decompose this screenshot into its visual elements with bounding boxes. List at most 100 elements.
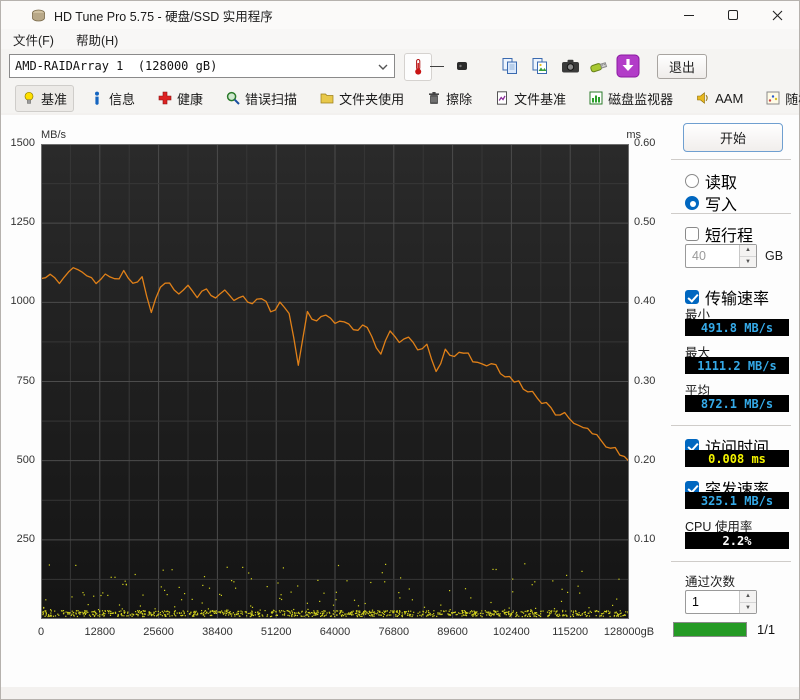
left-axis-tick: 1000	[10, 295, 35, 308]
short-stroke-checkbox[interactable]	[685, 227, 699, 241]
short-stroke-row[interactable]: 短行程	[685, 222, 753, 246]
left-axis-unit: MB/s	[41, 129, 67, 141]
drive-selector[interactable]: AMD-RAIDArray 1 (128000 gB)	[9, 54, 395, 78]
screenshot-camera-icon[interactable]	[557, 53, 583, 79]
min-value: 491.8 MB/s	[685, 319, 789, 336]
left-axis-tick: 750	[16, 374, 35, 387]
max-value: 1111.2 MB/s	[685, 357, 789, 374]
write-radio[interactable]	[685, 196, 699, 210]
tab-disk-monitor[interactable]: 磁盘监视器	[582, 85, 680, 112]
lightbulb-icon	[22, 91, 36, 105]
menu-file[interactable]: 文件(F)	[13, 30, 54, 49]
title-bar: HD Tune Pro 5.75 - 硬盘/SSD 实用程序	[1, 1, 799, 29]
pass-count-value: 1	[692, 595, 699, 609]
right-axis-tick: 0.10	[634, 532, 656, 545]
right-axis-tick: 0.50	[634, 216, 656, 229]
tab-bar: 基准信息健康错误扫描文件夹使用擦除文件基准磁盘监视器AAM随机访问额外测试	[1, 83, 800, 113]
stepper-down-icon[interactable]: ▼	[740, 602, 756, 613]
stepper-up-icon[interactable]: ▲	[740, 245, 756, 257]
random-dots-icon	[766, 91, 780, 105]
transfer-rate-label: 传输速率	[705, 291, 770, 308]
app-disk-icon	[31, 9, 46, 22]
chart-svg	[40, 143, 630, 620]
left-axis-tick: 1250	[10, 216, 35, 229]
tab-label: 健康	[177, 91, 204, 107]
speaker-icon	[696, 91, 710, 105]
gb-unit-label: GB	[765, 249, 784, 263]
bottom-axis-tick: 128000gB	[603, 626, 655, 638]
tab-folder-usage[interactable]: 文件夹使用	[313, 85, 411, 112]
right-axis-tick: 0.60	[634, 137, 656, 149]
left-axis-tick: 250	[16, 532, 35, 545]
usb-save-icon[interactable]	[586, 53, 612, 79]
tab-health[interactable]: 健康	[151, 85, 210, 112]
main-content: MB/s ms 1500 1250 1000 750 500 250 0.60 0.50 0.4…	[1, 115, 799, 687]
read-radio-row[interactable]: 读取	[685, 169, 737, 193]
info-icon	[90, 91, 104, 105]
menu-bar: 文件(F) 帮助(H)	[1, 29, 799, 49]
start-button[interactable]: 开始	[683, 123, 783, 152]
menu-help[interactable]: 帮助(H)	[76, 30, 118, 49]
capture-download-icon[interactable]	[615, 53, 641, 79]
short-stroke-size-value: 40	[692, 249, 706, 263]
access-time-value: 0.008 ms	[685, 450, 789, 467]
divider	[671, 425, 791, 426]
tab-label: AAM	[715, 90, 744, 106]
tab-label: 信息	[109, 91, 136, 107]
tab-info[interactable]: 信息	[83, 85, 142, 112]
tab-benchmark[interactable]: 基准	[15, 84, 75, 112]
hd-tune-window: { "window": { "title": "HD Tune Pro 5.75…	[0, 0, 800, 700]
tab-file-benchmark[interactable]: 文件基准	[488, 85, 573, 112]
maximize-icon[interactable]	[711, 1, 755, 29]
tab-aam[interactable]: AAM	[689, 87, 750, 110]
stepper-arrows[interactable]: ▲ ▼	[739, 591, 756, 613]
temperature-icon[interactable]	[404, 53, 432, 81]
temperature-unit-icon	[449, 53, 475, 79]
read-label: 读取	[705, 175, 738, 192]
short-stroke-label: 短行程	[705, 228, 754, 245]
tab-error-scan[interactable]: 错误扫描	[219, 85, 304, 112]
read-radio[interactable]	[685, 174, 699, 188]
tab-label: 文件基准	[514, 91, 567, 107]
health-cross-icon	[158, 91, 172, 105]
tab-erase[interactable]: 擦除	[420, 85, 479, 112]
magnifier-icon	[226, 91, 240, 105]
transfer-rate-checkbox[interactable]	[685, 290, 699, 304]
left-axis-tick: 1500	[10, 137, 35, 149]
window-controls	[667, 1, 799, 29]
copy-text-icon[interactable]	[497, 53, 523, 79]
divider	[671, 561, 791, 562]
progress-fill	[674, 623, 746, 636]
write-radio-row[interactable]: 写入	[685, 191, 737, 215]
pass-count-label: 通过次数	[685, 575, 736, 589]
close-icon[interactable]	[755, 1, 799, 29]
divider	[671, 213, 791, 214]
file-chart-icon	[495, 91, 509, 105]
right-axis-tick: 0.30	[634, 374, 656, 387]
stepper-down-icon[interactable]: ▼	[740, 256, 756, 267]
copy-image-icon[interactable]	[527, 53, 553, 79]
divider	[671, 159, 791, 160]
tab-label: 随机访问	[785, 91, 800, 107]
tab-label: 擦除	[446, 91, 473, 107]
tab-random-access[interactable]: 随机访问	[759, 85, 800, 112]
bar-monitor-icon	[589, 91, 603, 105]
window-title: HD Tune Pro 5.75 - 硬盘/SSD 实用程序	[54, 9, 273, 24]
drive-selector-value: AMD-RAIDArray 1 (128000 gB)	[15, 59, 218, 73]
cpu-usage-value: 2.2%	[685, 532, 789, 549]
trash-icon	[427, 91, 441, 105]
stepper-up-icon[interactable]: ▲	[740, 591, 756, 603]
left-axis-tick: 500	[16, 453, 35, 466]
temperature-value: —	[430, 57, 444, 73]
right-axis-tick: 0.20	[634, 453, 656, 466]
short-stroke-size-stepper[interactable]: 40 ▲ ▼	[685, 244, 757, 268]
benchmark-chart	[40, 143, 630, 620]
exit-button[interactable]: 退出	[657, 54, 707, 79]
minimize-icon[interactable]	[667, 1, 711, 29]
stepper-arrows[interactable]: ▲ ▼	[739, 245, 756, 267]
chevron-down-icon	[378, 59, 388, 73]
progress-label: 1/1	[757, 622, 776, 637]
write-label: 写入	[705, 197, 738, 214]
pass-count-stepper[interactable]: 1 ▲ ▼	[685, 590, 757, 614]
progress-bar	[673, 622, 747, 637]
